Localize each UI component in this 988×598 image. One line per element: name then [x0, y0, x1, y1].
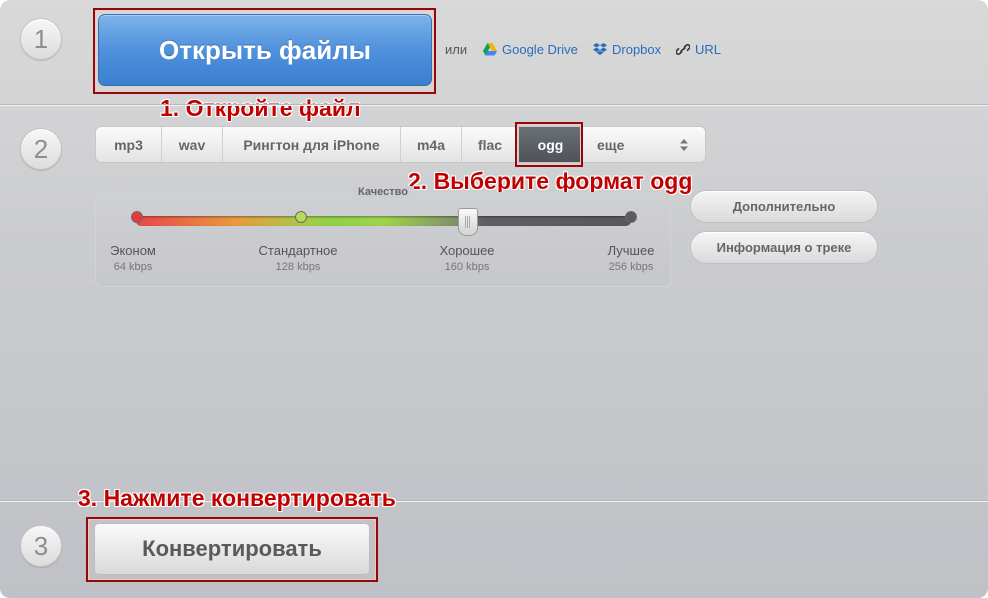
highlight-box-convert: [86, 517, 378, 582]
dropbox-label: Dropbox: [612, 42, 662, 57]
tab-m4a[interactable]: m4a: [401, 127, 462, 162]
quality-stop-best[interactable]: [625, 211, 637, 223]
quality-panel: Качество Эконом 64 kbps Стандартное 128 …: [95, 186, 671, 287]
google-drive-icon: [483, 43, 497, 56]
or-label: или: [445, 42, 468, 57]
quality-level-name: Хорошее: [439, 243, 495, 258]
select-arrows-icon: [680, 138, 688, 151]
advanced-button[interactable]: Дополнительно: [690, 190, 878, 223]
quality-slider-thumb[interactable]: [458, 208, 478, 236]
quality-level-good: Хорошее 160 kbps: [412, 243, 522, 273]
quality-level-name: Лучшее: [607, 243, 655, 258]
dropbox-icon: [593, 43, 607, 55]
tab-iphone-ringtone[interactable]: Рингтон для iPhone: [223, 127, 401, 162]
step-number-1: 1: [20, 18, 62, 60]
step-number-2: 2: [20, 128, 62, 170]
quality-title: Качество: [352, 186, 414, 198]
format-tabs: mp3 wav Рингтон для iPhone m4a flac ogg …: [95, 126, 706, 163]
track-info-button[interactable]: Информация о треке: [690, 231, 878, 264]
quality-level-best: Лучшее 256 kbps: [576, 243, 686, 273]
quality-stop-standard[interactable]: [295, 211, 307, 223]
url-label: URL: [695, 42, 722, 57]
quality-level-rate: 160 kbps: [444, 261, 490, 273]
quality-title-wrap: Качество: [96, 186, 670, 198]
quality-slider-track[interactable]: [136, 216, 631, 226]
quality-level-name: Эконом: [110, 243, 156, 258]
google-drive-link[interactable]: Google Drive: [483, 42, 578, 57]
quality-level-standard: Стандартное 128 kbps: [243, 243, 353, 273]
dropbox-link[interactable]: Dropbox: [593, 42, 661, 57]
quality-level-name: Стандартное: [258, 243, 338, 258]
annotation-step3: 3. Нажмите конвертировать: [78, 485, 396, 511]
more-formats-label: еще: [597, 136, 625, 153]
highlight-box-ogg: [515, 122, 583, 167]
quality-level-rate: 64 kbps: [113, 261, 153, 273]
quality-level-economy: Эконом 64 kbps: [78, 243, 188, 273]
tab-mp3[interactable]: mp3: [96, 127, 162, 162]
step-number-3: 3: [20, 525, 62, 567]
section-divider-1: [0, 104, 988, 106]
link-icon: [676, 44, 690, 55]
quality-stop-economy[interactable]: [131, 211, 143, 223]
google-drive-label: Google Drive: [502, 42, 578, 57]
quality-level-rate: 256 kbps: [608, 261, 654, 273]
tab-flac[interactable]: flac: [462, 127, 519, 162]
highlight-box-open-files: [93, 8, 436, 94]
quality-level-rate: 128 kbps: [275, 261, 321, 273]
converter-panel: 1 Открыть файлы или Google Drive Dropbox…: [0, 0, 988, 598]
tab-wav[interactable]: wav: [162, 127, 223, 162]
more-formats-select[interactable]: еще: [583, 127, 705, 162]
annotation-step1: 1. Откройте файл: [160, 95, 361, 121]
url-link[interactable]: URL: [676, 42, 721, 57]
